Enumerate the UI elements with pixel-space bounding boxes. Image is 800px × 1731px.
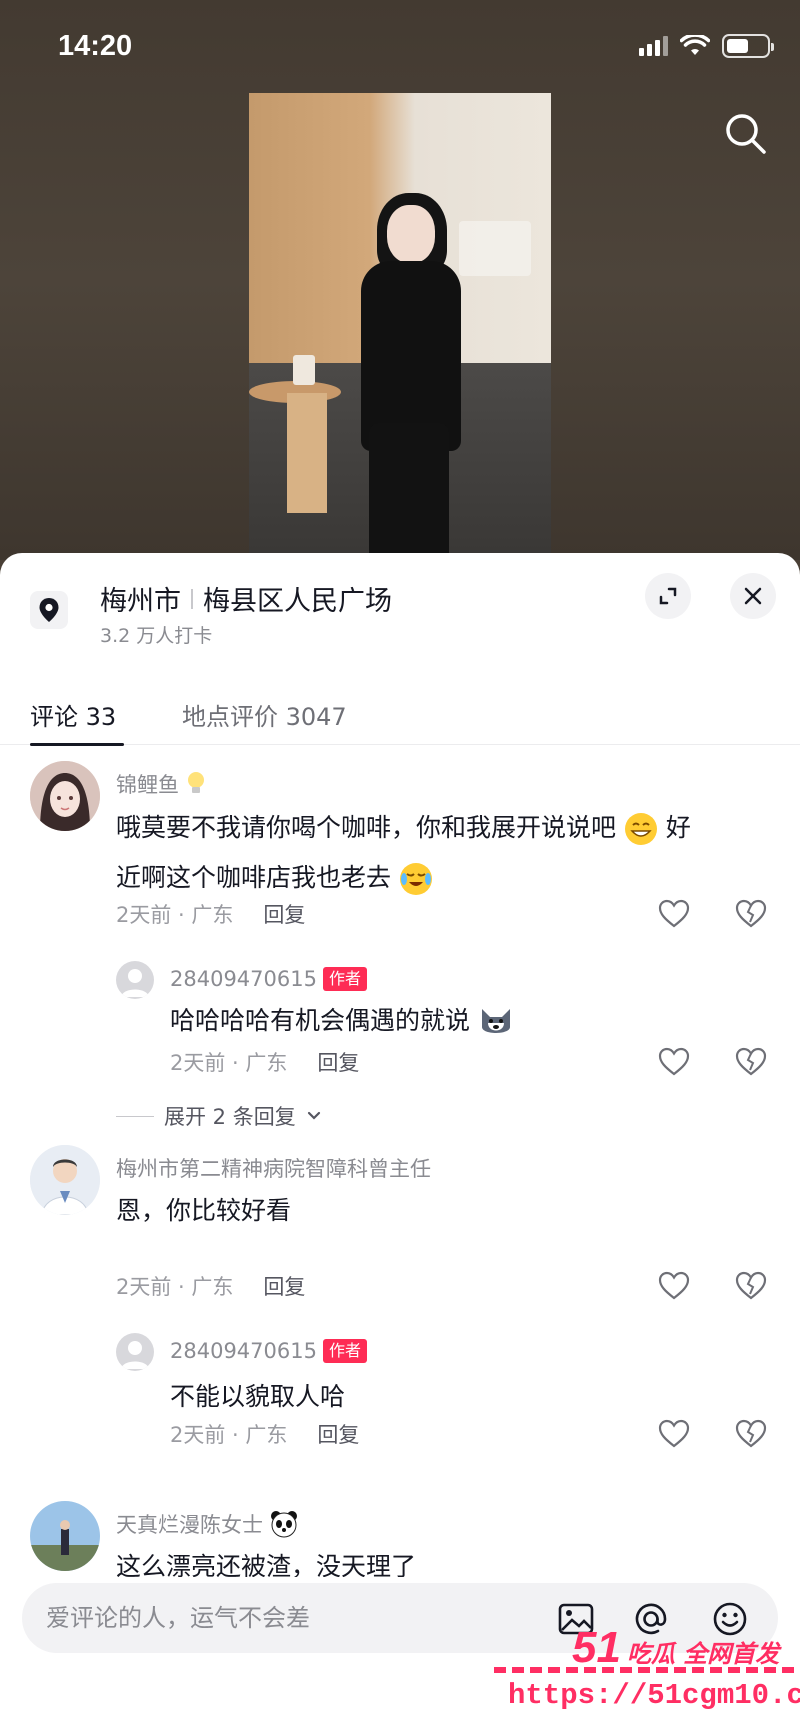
like-button[interactable] [657, 1045, 691, 1079]
active-tab-indicator [30, 743, 124, 746]
comment-author[interactable]: 梅州市第二精神病院智障科曾主任 [116, 1153, 431, 1183]
avatar[interactable] [30, 1501, 100, 1571]
author-badge: 作者 [322, 1339, 367, 1363]
tab-comments[interactable]: 评论 33 [30, 697, 116, 732]
reply-button[interactable]: 回复 [263, 899, 305, 929]
watermark-url: https://51cgm10.com [508, 1679, 800, 1712]
reply-time: 2天前 · 广东 [170, 1423, 288, 1447]
tab-place-reviews[interactable]: 地点评价 3047 [182, 697, 347, 732]
comment-time: 2天前 · 广东 [116, 903, 234, 927]
watermark-number: 51 [572, 1623, 621, 1672]
avatar[interactable] [30, 1145, 100, 1215]
expand-line [116, 1115, 154, 1117]
close-button[interactable] [730, 573, 776, 619]
location-city: 梅州市 [100, 586, 181, 617]
cover-photo[interactable] [249, 93, 551, 553]
watermark-brand: 吃瓜 全网首发 [626, 1640, 780, 1668]
comment-list: 锦鲤鱼 哦莫要不我请你喝个咖啡，你和我展开说说吧 好 近啊这个咖啡店我也老去 2… [0, 747, 800, 1577]
heart-icon [658, 1271, 690, 1300]
search-icon [726, 114, 766, 154]
broken-heart-icon [735, 1271, 767, 1300]
location-pin-icon [30, 591, 68, 629]
husky-emoji-icon [478, 1005, 512, 1039]
chevron-down-icon [307, 1111, 320, 1120]
location-place: 梅县区人民广场 [203, 586, 392, 617]
author-badge: 作者 [322, 967, 367, 991]
like-button[interactable] [657, 1269, 691, 1303]
status-time: 14:20 [58, 30, 133, 62]
broken-heart-icon [735, 899, 767, 928]
comment-text: 这么漂亮还被渣，没天理了 [116, 1552, 417, 1577]
comment-time: 2天前 · 广东 [116, 1275, 234, 1299]
expand-sheet-button[interactable] [645, 573, 691, 619]
location-header: 梅州市 梅县区人民广场 3.2 万人打卡 [0, 553, 800, 663]
dislike-button[interactable] [734, 1045, 768, 1079]
title-divider [191, 588, 193, 609]
reply-author[interactable]: 28409470615 [170, 967, 317, 991]
broken-heart-icon [735, 1419, 767, 1448]
tab-bar: 评论 33 地点评价 3047 [0, 683, 800, 746]
checkin-count: 3.2 万人打卡 [100, 625, 213, 647]
comment-author[interactable]: 天真烂漫陈女士 [116, 1509, 263, 1539]
comment-author[interactable]: 锦鲤鱼 [116, 769, 179, 799]
status-bar: 14:20 [0, 0, 800, 95]
broken-heart-icon [735, 1047, 767, 1076]
avatar[interactable] [30, 761, 100, 831]
reply-button[interactable]: 回复 [317, 1047, 359, 1077]
watermark: 51 吃瓜 全网首发 https://51cgm10.com [494, 1613, 800, 1723]
reply-text: 不能以貌取人哈 [170, 1382, 346, 1411]
reply-text: 哈哈哈哈有机会偶遇的就说 [170, 996, 512, 1046]
heart-icon [658, 899, 690, 928]
like-button[interactable] [657, 1417, 691, 1451]
comment-text: 哦莫要不我请你喝个咖啡，你和我展开说说吧 好 近啊这个咖啡店我也老去 [116, 803, 776, 903]
heart-icon [658, 1419, 690, 1448]
heart-icon [658, 1047, 690, 1076]
dislike-button[interactable] [734, 897, 768, 931]
reply-button[interactable]: 回复 [317, 1419, 359, 1449]
dislike-button[interactable] [734, 1417, 768, 1451]
panda-emoji-icon [271, 1511, 297, 1538]
grin-emoji-icon [624, 812, 658, 846]
comment-text: 恩，你比较好看 [116, 1196, 292, 1225]
reply-author[interactable]: 28409470615 [170, 1339, 317, 1363]
close-icon [744, 587, 762, 605]
signal-icon [639, 36, 668, 56]
lightbulb-icon [188, 772, 204, 793]
avatar[interactable] [116, 1333, 154, 1371]
avatar[interactable] [116, 961, 154, 999]
location-sheet: 梅州市 梅县区人民广场 3.2 万人打卡 评论 33 地点评价 3047 锦鲤鱼… [0, 553, 800, 1731]
search-button[interactable] [722, 110, 770, 158]
watermark-stripes [494, 1667, 794, 1673]
location-title[interactable]: 梅州市 梅县区人民广场 [100, 579, 392, 618]
reply-button[interactable]: 回复 [263, 1271, 305, 1301]
expand-replies-button[interactable]: 展开 2 条回复 [116, 1101, 322, 1131]
like-button[interactable] [657, 897, 691, 931]
battery-icon [722, 34, 774, 58]
crying-laugh-emoji-icon [399, 862, 433, 896]
expand-icon [659, 587, 677, 605]
dislike-button[interactable] [734, 1269, 768, 1303]
comment-input[interactable] [46, 1597, 546, 1639]
reply-time: 2天前 · 广东 [170, 1051, 288, 1075]
wifi-icon [680, 35, 710, 55]
